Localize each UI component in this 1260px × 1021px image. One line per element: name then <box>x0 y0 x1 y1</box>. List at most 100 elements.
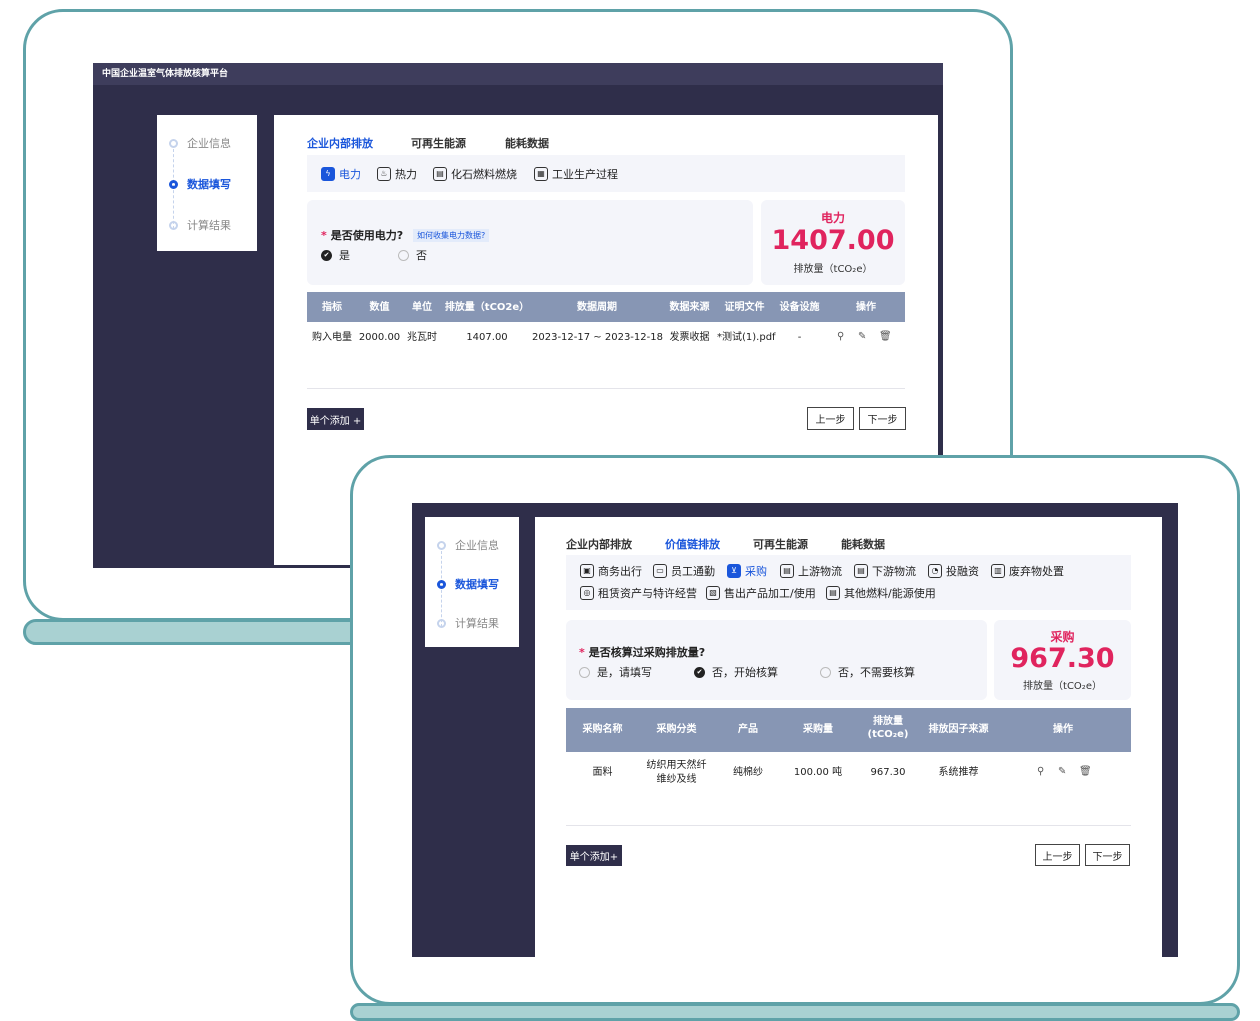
delete-icon[interactable]: 🗑 <box>879 331 892 342</box>
col-actions: 操作 <box>1053 724 1073 735</box>
cell-quantity: 100.00 吨 <box>793 767 843 778</box>
radio-circle-icon <box>398 249 409 261</box>
emission-unit: 排放量（tCO₂e） <box>1023 681 1102 692</box>
help-link-electricity[interactable]: 如何收集电力数据? <box>413 229 490 242</box>
view-icon[interactable]: ⚲ <box>837 331 844 342</box>
edit-icon[interactable]: ✎ <box>858 331 866 342</box>
tab-energy-data[interactable]: 能耗数据 <box>841 536 885 552</box>
prev-step-button[interactable]: 上一步 <box>1035 844 1080 866</box>
step-dot-icon <box>169 220 178 230</box>
step-company-info[interactable]: 企业信息 <box>169 135 231 151</box>
col-unit: 单位 <box>412 302 432 313</box>
radio-no-skip[interactable]: 否，不需要核算 <box>820 664 915 680</box>
add-single-button[interactable]: 单个添加+ <box>566 845 622 866</box>
fuel-icon: ▤ <box>433 167 447 181</box>
coins-icon: ◔ <box>928 564 942 578</box>
radio-yes-fill[interactable]: 是，请填写 <box>579 664 652 680</box>
cell-indicator: 购入电量 <box>312 332 352 343</box>
lightning-icon: ϟ <box>321 167 335 181</box>
step-company-info[interactable]: 企业信息 <box>437 537 499 553</box>
category-sold-products[interactable]: ▧ 售出产品加工/使用 <box>706 585 816 601</box>
briefcase-icon: ▣ <box>580 564 594 578</box>
step-dot-icon <box>437 618 446 628</box>
step-data-entry[interactable]: 数据填写 <box>437 576 499 592</box>
table-row: 购入电量 2000.00 兆瓦时 1407.00 2023-12-17 ~ 20… <box>307 325 905 355</box>
cell-emission: 1407.00 <box>466 332 508 343</box>
cell-factor-source: 系统推荐 <box>938 767 979 778</box>
category-upstream-logistics[interactable]: ▤ 上游物流 <box>780 563 842 579</box>
step-data-entry[interactable]: 数据填写 <box>169 176 231 192</box>
cell-product: 纯棉纱 <box>733 767 763 778</box>
front-emission-card: 采购 967.30 排放量（tCO₂e） <box>994 620 1131 700</box>
step-dot-icon <box>169 179 178 189</box>
col-product: 产品 <box>738 724 758 735</box>
front-laptop-base <box>350 1003 1240 1021</box>
col-proof: 证明文件 <box>724 302 765 313</box>
category-business-travel[interactable]: ▣ 商务出行 <box>580 563 642 579</box>
category-commute[interactable]: ▭ 员工通勤 <box>653 563 715 579</box>
checked-icon: ✔ <box>694 666 705 678</box>
front-table-header: 采购名称 采购分类 产品 采购量 排放量 (tCO₂e) 排放因子来源 操作 <box>566 708 1131 752</box>
edit-icon[interactable]: ✎ <box>1058 766 1066 777</box>
add-single-button[interactable]: 单个添加 + <box>307 408 364 430</box>
truck-icon: ▤ <box>780 564 794 578</box>
col-indicator: 指标 <box>322 302 342 313</box>
front-stepper: 企业信息 数据填写 计算结果 <box>425 517 519 647</box>
step-dot-icon <box>437 540 446 550</box>
emission-unit: 排放量（tCO₂e） <box>793 264 873 275</box>
step-results[interactable]: 计算结果 <box>437 615 499 631</box>
tab-value-chain[interactable]: 价值链排放 <box>665 536 720 552</box>
col-purchase-name: 采购名称 <box>582 724 623 735</box>
category-waste-disposal[interactable]: ▥ 废弃物处置 <box>991 563 1064 579</box>
tab-internal-emissions[interactable]: 企业内部排放 <box>566 536 632 552</box>
next-step-button[interactable]: 下一步 <box>859 407 906 430</box>
col-quantity: 采购量 <box>803 724 833 735</box>
question-use-electricity: * 是否使用电力? <box>321 229 404 242</box>
flame-icon: ♨ <box>377 167 391 181</box>
category-downstream-logistics[interactable]: ▤ 下游物流 <box>854 563 916 579</box>
step-dot-icon <box>437 579 446 589</box>
tab-renewable-energy[interactable]: 可再生能源 <box>411 135 466 151</box>
category-procurement[interactable]: ⊻ 采购 <box>727 563 767 579</box>
cell-period: 2023-12-17 ~ 2023-12-18 <box>532 332 663 343</box>
col-emission: 排放量（tCO2e） <box>444 302 530 313</box>
category-leased-assets[interactable]: ◎ 租赁资产与特许经营 <box>580 585 697 601</box>
radio-no[interactable]: 否 <box>398 247 427 263</box>
radio-no-start[interactable]: ✔ 否，开始核算 <box>694 664 778 680</box>
front-category-bar: ▣ 商务出行 ▭ 员工通勤 ⊻ 采购 ▤ 上游物流 ▤ 下游物流 ◔ 投融资 ▥ 废弃物处置 … <box>566 555 1131 610</box>
step-dot-icon <box>169 138 178 148</box>
step-results[interactable]: 计算结果 <box>169 217 231 233</box>
tab-internal-emissions[interactable]: 企业内部排放 <box>307 135 373 151</box>
category-fossil-fuel[interactable]: ▤ 化石燃料燃烧 <box>433 166 517 182</box>
tab-renewable-energy[interactable]: 可再生能源 <box>753 536 808 552</box>
category-investment[interactable]: ◔ 投融资 <box>928 563 979 579</box>
category-heat[interactable]: ♨ 热力 <box>377 166 417 182</box>
cell-unit: 兆瓦时 <box>407 332 437 343</box>
delete-icon[interactable]: 🗑 <box>1079 766 1092 777</box>
front-divider <box>566 825 1131 826</box>
bus-icon: ▭ <box>653 564 667 578</box>
emission-category: 电力 <box>820 211 845 225</box>
radio-yes[interactable]: ✔ 是 <box>321 247 350 263</box>
cell-source: 发票收据 <box>669 332 710 343</box>
category-industrial-process[interactable]: ▦ 工业生产过程 <box>534 166 618 182</box>
front-screen: 企业信息 数据填写 计算结果 企业内部排放 价值链排放 可再生能源 能耗数据 ▣… <box>412 503 1178 957</box>
view-icon[interactable]: ⚲ <box>1037 766 1044 777</box>
checked-icon: ✔ <box>321 249 332 261</box>
cell-proof-file[interactable]: *测试(1).pdf <box>717 331 776 345</box>
front-question-box: * 是否核算过采购排放量? 是，请填写 ✔ 否，开始核算 否，不需要核算 <box>566 620 987 700</box>
emission-value: 967.30 <box>1010 643 1115 674</box>
next-step-button[interactable]: 下一步 <box>1085 844 1130 866</box>
fuel-icon: ▤ <box>826 586 840 600</box>
back-question-box: * 是否使用电力? 如何收集电力数据? ✔ 是 否 <box>307 200 753 285</box>
cart-icon: ⊻ <box>727 564 741 578</box>
prev-step-button[interactable]: 上一步 <box>807 407 854 430</box>
emission-value: 1407.00 <box>771 225 895 256</box>
category-electricity[interactable]: ϟ 电力 <box>321 166 361 182</box>
radio-circle-icon <box>579 666 590 678</box>
cell-purchase-name: 面料 <box>592 767 613 778</box>
back-emission-card: 电力 1407.00 排放量（tCO₂e） <box>761 200 905 285</box>
box-icon: ▧ <box>706 586 720 600</box>
tab-energy-data[interactable]: 能耗数据 <box>505 135 549 151</box>
category-other-fuel[interactable]: ▤ 其他燃料/能源使用 <box>826 585 936 601</box>
